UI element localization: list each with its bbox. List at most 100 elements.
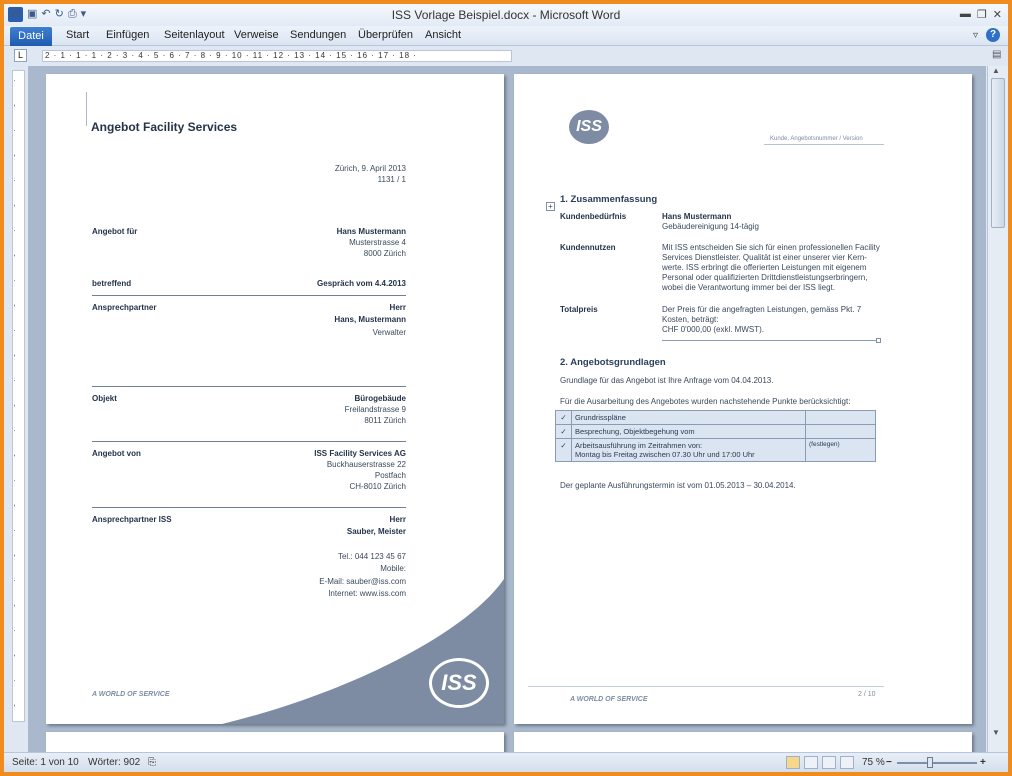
ruler-tick: - <box>12 104 19 107</box>
status-bar: Seite: 1 von 10 Wörter: 902 ⎘ 75 % − + <box>4 752 1008 772</box>
page-1: Angebot Facility Services Zürich, 9. Apr… <box>46 74 504 724</box>
check-icon: ✓ <box>555 410 572 425</box>
tab-mailings[interactable]: Sendungen <box>290 29 346 41</box>
customer-need-desc: Gebäudereinigung 14-tägig <box>662 222 759 231</box>
section-2-title: 2. Angebotsgrundlagen <box>560 357 666 368</box>
ruler-tick: - <box>12 154 19 157</box>
tab-insert[interactable]: Einfügen <box>106 29 149 41</box>
title-bar: W ▣ ↶ ↻ ⎙ ▾ ISS Vorlage Beispiel.docx - … <box>4 4 1008 26</box>
ruler-tick: · <box>12 429 19 432</box>
iss-logo: ISS <box>429 658 489 708</box>
label-customer-need: Kundenbedürfnis <box>560 212 627 221</box>
tab-view[interactable]: Ansicht <box>425 29 461 41</box>
vertical-scrollbar[interactable]: ▲ ▼ <box>987 66 1008 752</box>
benefit-line-2: Services Dienstleister. Qualität ist ein… <box>662 253 867 262</box>
tab-references[interactable]: Verweise <box>234 29 279 41</box>
table-cell <box>805 410 876 425</box>
ruler-tick: · <box>12 179 19 182</box>
benefit-line-5: wobei die Verantwortung immer bei der IS… <box>662 283 835 292</box>
page-3 <box>46 732 504 752</box>
proofing-icon[interactable]: ⎘ <box>148 757 156 768</box>
table-resize-handle-icon[interactable] <box>876 338 881 343</box>
close-icon[interactable]: ✕ <box>993 8 1002 21</box>
restore-icon[interactable]: ❐ <box>977 8 987 21</box>
ruler-tick: · <box>12 129 19 132</box>
tab-file[interactable]: Datei <box>10 27 52 46</box>
tab-review[interactable]: Überprüfen <box>358 29 413 41</box>
page-4 <box>514 732 972 752</box>
table-row: ✓ Besprechung, Objektbegehung vom <box>555 424 876 439</box>
ruler-tick: - <box>12 304 19 307</box>
ruler-tick: · <box>12 629 19 632</box>
tab-start[interactable]: Start <box>66 29 89 41</box>
price-line-3: CHF 0'000,00 (exkl. MWST). <box>662 325 764 334</box>
ruler-tick: - <box>12 204 19 207</box>
ruler-tick: · <box>12 679 19 682</box>
label-total-price: Totalpreis <box>560 305 598 314</box>
criteria-table: ✓ Grundrisspläne ✓ Besprechung, Objektbe… <box>555 410 876 462</box>
document-canvas: Angebot Facility Services Zürich, 9. Apr… <box>28 66 986 752</box>
scroll-down-icon[interactable]: ▼ <box>992 728 1000 737</box>
ruler-tick: · <box>12 329 19 332</box>
minimize-ribbon-icon[interactable]: ▿ <box>973 30 978 41</box>
table-move-handle-icon[interactable]: + <box>546 202 555 211</box>
zoom-in-icon[interactable]: + <box>980 757 986 768</box>
page-number: 2 / 10 <box>858 691 876 698</box>
outline-view-icon[interactable] <box>840 756 854 769</box>
table-cell <box>805 424 876 439</box>
ruler-tick: - <box>12 704 19 707</box>
customer-need-name: Hans Mustermann <box>662 212 732 221</box>
price-line-1: Der Preis für die angefragten Leistungen… <box>662 305 862 314</box>
ruler-tick: · <box>12 529 19 532</box>
word-window: W ▣ ↶ ↻ ⎙ ▾ ISS Vorlage Beispiel.docx - … <box>4 4 1008 772</box>
table-cell: Besprechung, Objektbegehung vom <box>571 424 806 439</box>
check-icon: ✓ <box>555 438 572 462</box>
header-line <box>764 144 884 145</box>
iss-logo: ISS <box>569 110 609 144</box>
tab-page-layout[interactable]: Seitenlayout <box>164 29 225 41</box>
page-count[interactable]: Seite: 1 von 10 <box>12 757 79 768</box>
benefit-line-4: Personal oder qualifizierten Drittdienst… <box>662 273 868 282</box>
ruler-tick: · <box>12 229 19 232</box>
price-line-2: Kosten, beträgt: <box>662 315 719 324</box>
horizontal-ruler[interactable]: 2 · 1 · 1 · 1 · 2 · 3 · 4 · 5 · 6 · 7 · … <box>42 50 512 62</box>
section-2-paragraph-3: Der geplante Ausführungstermin ist vom 0… <box>560 481 796 490</box>
decorative-swoosh <box>222 579 504 724</box>
window-title: ISS Vorlage Beispiel.docx - Microsoft Wo… <box>391 8 621 22</box>
table-cell: Grundrisspläne <box>571 410 806 425</box>
ribbon-tabs: Datei Start Einfügen Seitenlayout Verwei… <box>4 26 1008 46</box>
minimize-icon[interactable]: ▬ <box>960 8 971 21</box>
tab-selector-icon[interactable]: L <box>14 49 27 62</box>
scroll-up-icon[interactable]: ▲ <box>992 66 1000 75</box>
web-layout-view-icon[interactable] <box>822 756 836 769</box>
table-row: ✓ Arbeitsausführung im Zeitrahmen von: M… <box>555 438 876 462</box>
zoom-out-icon[interactable]: − <box>886 757 892 768</box>
help-icon[interactable]: ? <box>986 28 1000 42</box>
check-icon: ✓ <box>555 424 572 439</box>
zoom-level[interactable]: 75 % <box>862 757 885 768</box>
ruler-tick: · <box>12 379 19 382</box>
ruler-tick: - <box>12 504 19 507</box>
ruler-tick: - <box>12 554 19 557</box>
section-2-paragraph-1: Grundlage für das Angebot ist Ihre Anfra… <box>560 376 774 385</box>
table-cell: Arbeitsausführung im Zeitrahmen von: Mon… <box>571 438 806 462</box>
section-1-title: 1. Zusammenfassung <box>560 194 658 205</box>
header-reference: Kunde, Angebotsnummer / Version <box>770 136 863 142</box>
ruler-tick: - <box>12 454 19 457</box>
section-2-paragraph-2: Für die Ausarbeitung des Angebotes wurde… <box>560 397 851 406</box>
ribbon-controls: ▿ ? <box>973 28 1000 42</box>
window-controls: ▬ ❐ ✕ <box>960 8 1002 21</box>
word-count[interactable]: Wörter: 902 <box>88 757 140 768</box>
ruler-toggle-icon[interactable]: ▤ <box>992 49 1001 60</box>
ruler-tick: · <box>12 479 19 482</box>
table-row: ✓ Grundrisspläne <box>555 410 876 425</box>
zoom-slider-knob[interactable] <box>927 757 933 768</box>
scroll-thumb[interactable] <box>991 78 1005 228</box>
full-screen-view-icon[interactable] <box>804 756 818 769</box>
print-layout-view-icon[interactable] <box>786 756 800 769</box>
divider <box>662 340 876 341</box>
vertical-ruler[interactable]: · - · - · - · - · - · - · - · - · - · - · - · - · - <box>12 70 25 722</box>
zoom-slider[interactable] <box>897 762 977 764</box>
ruler-tick: - <box>12 654 19 657</box>
footer-slogan: A WORLD OF SERVICE <box>570 696 648 703</box>
